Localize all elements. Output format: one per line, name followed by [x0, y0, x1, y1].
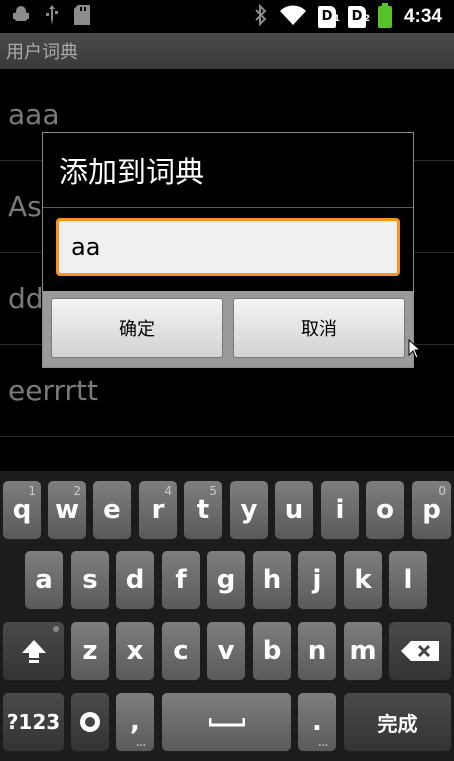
- key-c[interactable]: c: [162, 622, 200, 680]
- title-bar: 用户词典: [0, 33, 454, 69]
- android-icon: [12, 5, 30, 28]
- comma-key[interactable]: ,…: [116, 693, 154, 751]
- gear-icon: [80, 712, 100, 732]
- bluetooth-icon: [254, 3, 268, 30]
- key-w[interactable]: 2w: [48, 481, 86, 539]
- key-b[interactable]: b: [253, 622, 291, 680]
- key-n[interactable]: n: [298, 622, 336, 680]
- space-key[interactable]: [162, 693, 291, 751]
- key-f[interactable]: f: [162, 551, 200, 609]
- shift-key[interactable]: [3, 622, 64, 680]
- done-key[interactable]: 完成: [344, 693, 451, 751]
- key-k[interactable]: k: [344, 551, 382, 609]
- key-d[interactable]: d: [116, 551, 154, 609]
- cancel-button[interactable]: 取消: [233, 298, 405, 358]
- key-v[interactable]: v: [207, 622, 245, 680]
- key-p[interactable]: 0p: [412, 481, 451, 539]
- shift-indicator-icon: [53, 626, 59, 632]
- space-icon: [208, 718, 245, 727]
- wifi-icon: [279, 4, 306, 29]
- soft-keyboard: 1q 2w e 4r 5t y u i o 0p a s d f g h j k…: [0, 471, 454, 761]
- key-u[interactable]: u: [275, 481, 313, 539]
- period-key[interactable]: .…: [298, 693, 336, 751]
- add-word-dialog: 添加到词典 aa 确定 取消: [42, 132, 414, 368]
- clock: 4:34: [403, 5, 442, 27]
- battery-icon: [377, 2, 392, 28]
- keyboard-row-1: 1q 2w e 4r 5t y u i o 0p: [0, 481, 454, 545]
- mouse-cursor-icon: [408, 339, 420, 359]
- ok-button[interactable]: 确定: [51, 298, 223, 358]
- backspace-key[interactable]: [389, 622, 451, 680]
- usb-icon: [44, 4, 60, 29]
- settings-key[interactable]: [71, 693, 109, 751]
- backspace-icon: [401, 641, 439, 661]
- key-y[interactable]: y: [230, 481, 268, 539]
- key-o[interactable]: o: [366, 481, 404, 539]
- sim1-icon: D1: [317, 5, 340, 28]
- key-x[interactable]: x: [116, 622, 154, 680]
- key-l[interactable]: l: [389, 551, 427, 609]
- sd-card-icon: [74, 4, 90, 29]
- key-s[interactable]: s: [71, 551, 109, 609]
- key-q[interactable]: 1q: [3, 481, 41, 539]
- key-e[interactable]: e: [93, 481, 131, 539]
- dialog-title: 添加到词典: [43, 133, 413, 208]
- key-g[interactable]: g: [207, 551, 245, 609]
- more-dots-icon: …: [136, 738, 146, 749]
- key-a[interactable]: a: [25, 551, 63, 609]
- key-j[interactable]: j: [298, 551, 336, 609]
- page-title: 用户词典: [6, 42, 78, 63]
- key-h[interactable]: h: [253, 551, 291, 609]
- sim2-icon: D2: [347, 5, 370, 28]
- key-z[interactable]: z: [71, 622, 109, 680]
- status-bar: D1 D2 4:34: [0, 0, 454, 33]
- keyboard-row-4: ?123 ,… .… 完成: [0, 693, 454, 757]
- key-r[interactable]: 4r: [139, 481, 177, 539]
- key-t[interactable]: 5t: [184, 481, 222, 539]
- keyboard-row-3: z x c v b n m: [0, 622, 454, 686]
- keyboard-row-2: a s d f g h j k l: [0, 551, 454, 615]
- shift-arrow-icon: [21, 640, 46, 663]
- symbols-key[interactable]: ?123: [3, 693, 64, 751]
- word-input[interactable]: aa: [56, 218, 400, 276]
- key-m[interactable]: m: [344, 622, 382, 680]
- key-i[interactable]: i: [321, 481, 359, 539]
- more-dots-icon: …: [318, 738, 328, 749]
